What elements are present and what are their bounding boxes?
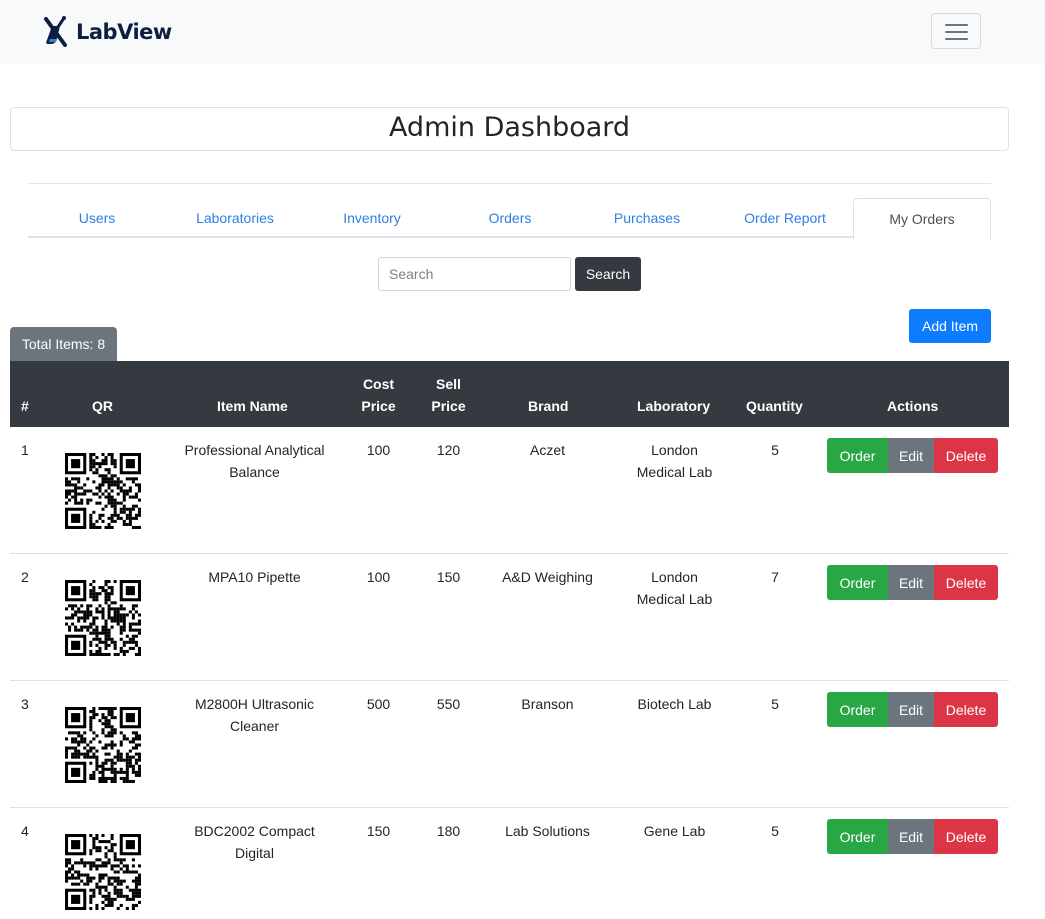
quantity: 7	[771, 569, 779, 585]
sell-price: 120	[436, 442, 461, 458]
order-button[interactable]: Order	[827, 819, 888, 854]
tab-purchases[interactable]: Purchases	[578, 198, 716, 238]
cost-price: 100	[366, 569, 391, 585]
page-title-box: Admin Dashboard	[10, 107, 1009, 151]
laboratory: London Medical Lab	[636, 442, 713, 480]
header-sell-price: Sell Price	[431, 376, 466, 414]
item-name: BDC2002 Compact Digital	[194, 823, 315, 861]
qr-code-icon	[65, 453, 141, 529]
row-number: 2	[21, 569, 29, 585]
header-qr: QR	[92, 398, 113, 414]
item-name: M2800H Ultrasonic Cleaner	[194, 696, 315, 734]
tab-orders[interactable]: Orders	[441, 198, 579, 238]
laboratory: Gene Lab	[643, 823, 706, 839]
brand-name: LabView	[76, 20, 172, 44]
laboratory: Biotech Lab	[637, 696, 712, 712]
row-number: 1	[21, 442, 29, 458]
header-quantity: Quantity	[746, 398, 803, 414]
table-row: 3 M2800H Ultrasonic Cleaner 500 550 Branson Bi…	[10, 681, 1009, 808]
menu-toggle-button[interactable]	[931, 13, 981, 49]
laboratory: London Medical Lab	[636, 569, 713, 607]
row-actions: Order Edit Delete	[827, 438, 998, 473]
quantity: 5	[771, 696, 779, 712]
cost-price: 100	[366, 442, 391, 458]
order-button[interactable]: Order	[827, 565, 888, 600]
tab-users[interactable]: Users	[28, 198, 166, 238]
quantity: 5	[771, 823, 779, 839]
qr-code-icon	[65, 580, 141, 656]
cost-price: 500	[366, 696, 391, 712]
item-name: Professional Analytical Balance	[184, 442, 325, 480]
cost-price: 150	[366, 823, 391, 839]
total-items-badge: Total Items: 8	[10, 327, 117, 361]
tab-laboratories[interactable]: Laboratories	[166, 198, 304, 238]
edit-button[interactable]: Edit	[888, 438, 934, 473]
add-item-button[interactable]: Add Item	[909, 309, 991, 343]
header-brand: Brand	[528, 398, 569, 414]
header-number: #	[21, 398, 29, 414]
item-name: MPA10 Pipette	[208, 569, 301, 585]
microscope-flask-icon	[44, 16, 67, 47]
order-button[interactable]: Order	[827, 438, 888, 473]
delete-button[interactable]: Delete	[934, 438, 998, 473]
search-input[interactable]	[378, 257, 571, 291]
navbar: LabView	[0, 0, 1045, 64]
table-row: 1 Professional Analytical Balance 100 120 Acz…	[10, 427, 1009, 554]
quantity: 5	[771, 442, 779, 458]
edit-button[interactable]: Edit	[888, 819, 934, 854]
sell-price: 150	[436, 569, 461, 585]
header-actions: Actions	[887, 398, 939, 414]
sell-price: 180	[436, 823, 461, 839]
header-cost-price: Cost Price	[361, 376, 396, 414]
table-row: 4 BDC2002 Compact Digital 150 180 Lab Solutio…	[10, 808, 1009, 919]
qr-code-icon	[65, 707, 141, 783]
table-row: 2 MPA10 Pipette 100 150 A&D Weighing London Me…	[10, 554, 1009, 681]
delete-button[interactable]: Delete	[934, 819, 998, 854]
delete-button[interactable]: Delete	[934, 565, 998, 600]
row-actions: Order Edit Delete	[827, 565, 998, 600]
table-header: # QR Item Name Cost Price Sell Price Bra…	[10, 361, 1009, 427]
tab-inventory[interactable]: Inventory	[303, 198, 441, 238]
tab-order-report[interactable]: Order Report	[716, 198, 854, 238]
brand-logo[interactable]: LabView	[40, 12, 172, 52]
qr-code-icon	[65, 834, 141, 910]
tab-my-orders[interactable]: My Orders	[853, 198, 991, 240]
hamburger-icon	[945, 24, 968, 26]
edit-button[interactable]: Edit	[888, 565, 934, 600]
order-button[interactable]: Order	[827, 692, 888, 727]
row-actions: Order Edit Delete	[827, 692, 998, 727]
page-title: Admin Dashboard	[388, 112, 631, 143]
search-button[interactable]: Search	[575, 257, 641, 291]
delete-button[interactable]: Delete	[934, 692, 998, 727]
header-item-name: Item Name	[217, 398, 288, 414]
divider	[28, 183, 991, 184]
brand: A&D Weighing	[502, 569, 593, 585]
brand: Branson	[521, 696, 574, 712]
row-actions: Order Edit Delete	[827, 819, 998, 854]
brand: Aczet	[529, 442, 565, 458]
header-laboratory: Laboratory	[637, 398, 711, 414]
sell-price: 550	[436, 696, 461, 712]
admin-tabs: Users Laboratories Inventory Orders Purc…	[28, 198, 991, 240]
row-number: 4	[21, 823, 29, 839]
row-number: 3	[21, 696, 29, 712]
edit-button[interactable]: Edit	[888, 692, 934, 727]
brand: Lab Solutions	[505, 823, 590, 839]
